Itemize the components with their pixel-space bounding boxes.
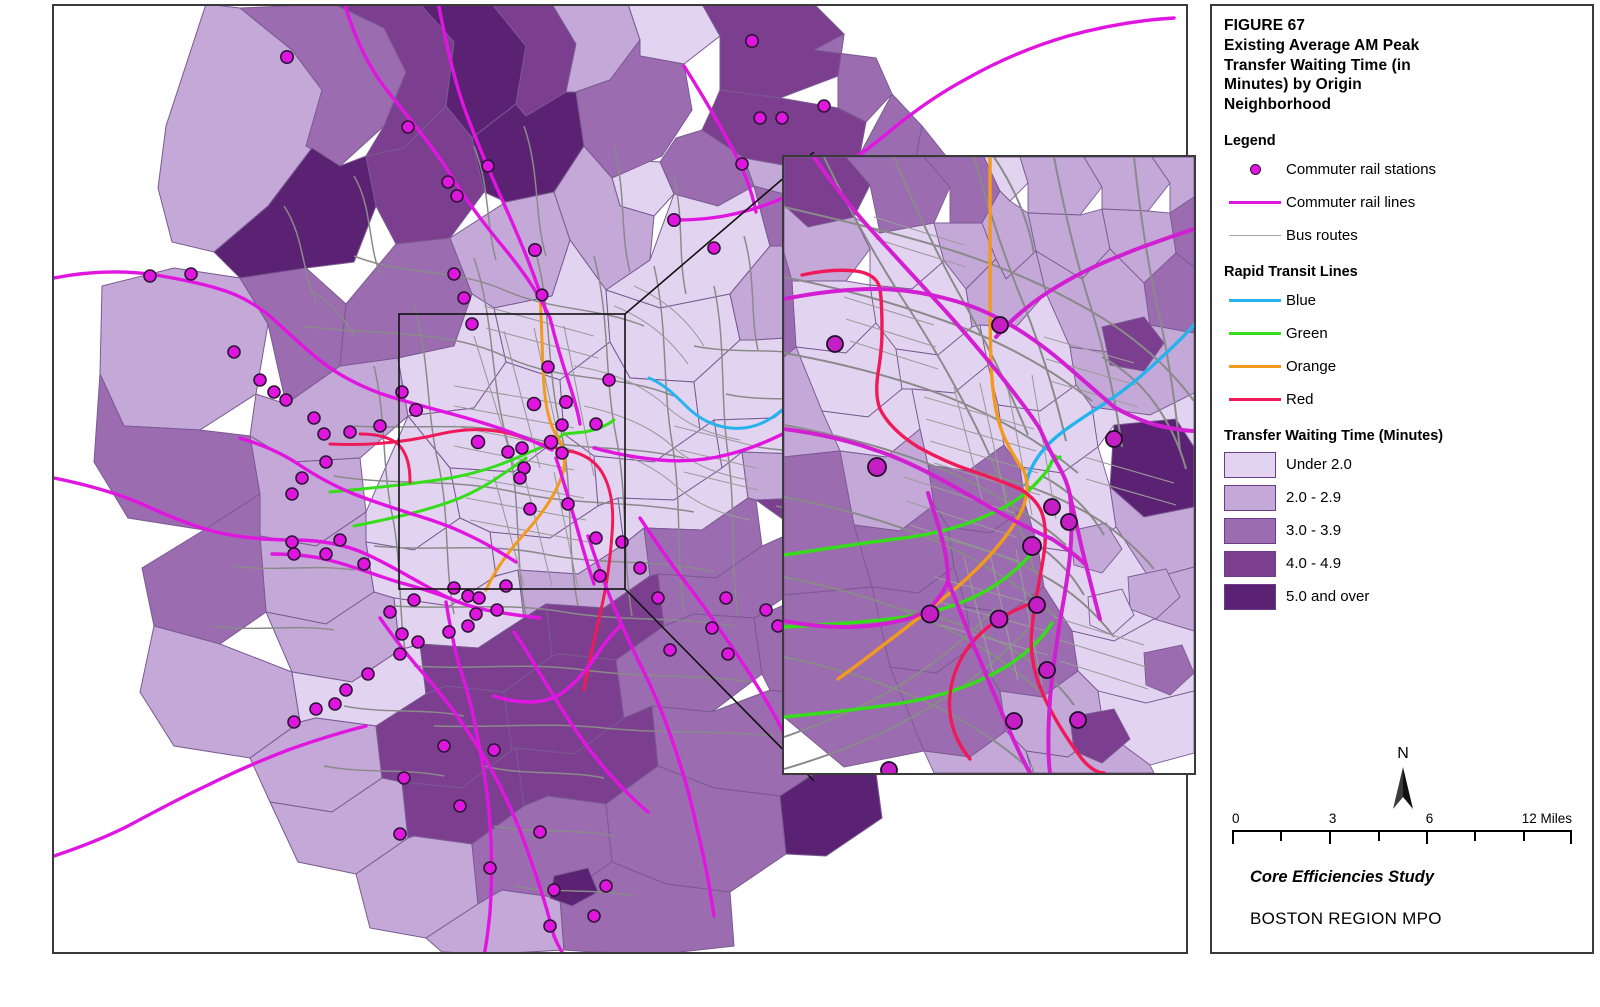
legend-class-2-to-29: 2.0 - 2.9	[1224, 481, 1582, 514]
figure-title-block: FIGURE 67 Existing Average AM Peak Trans…	[1224, 16, 1582, 115]
legend-label-class-3: 4.0 - 4.9	[1286, 555, 1342, 573]
legend-label-bus-routes: Bus routes	[1286, 227, 1358, 245]
legend-label-class-1: 2.0 - 2.9	[1286, 489, 1342, 507]
scale-tick-label-0: 0	[1232, 811, 1240, 826]
commuter-rail-line-icon	[1224, 201, 1286, 205]
scale-tick-label-12: 12 Miles	[1521, 811, 1572, 826]
legend-item-red-line: Red	[1224, 383, 1582, 416]
figure-title-line-3: Minutes) by Origin	[1224, 76, 1362, 94]
orange-line-icon	[1224, 365, 1286, 369]
north-arrow: N	[1224, 746, 1582, 817]
swatch-3-to-39-icon	[1224, 517, 1276, 544]
inset-layers	[784, 157, 1194, 773]
legend-panel: FIGURE 67 Existing Average AM Peak Trans…	[1210, 4, 1594, 954]
legend-label-red: Red	[1286, 391, 1314, 409]
north-arrow-letter: N	[1397, 745, 1409, 762]
swatch-2-to-29-icon	[1224, 484, 1276, 511]
legend-label-blue: Blue	[1286, 292, 1317, 310]
swatch-5-and-over-icon	[1224, 583, 1276, 610]
legend-label-class-4: 5.0 and over	[1286, 588, 1370, 606]
legend-label-class-0: Under 2.0	[1286, 456, 1352, 474]
scale-bar-labels: 0 3 6 12 Miles	[1232, 811, 1572, 827]
legend-label-rail-lines: Commuter rail lines	[1286, 194, 1416, 212]
scale-tick-label-6: 6	[1425, 811, 1434, 826]
legend-label-orange: Orange	[1286, 358, 1337, 376]
figure-title-line-1: Existing Average AM Peak	[1224, 36, 1420, 54]
scale-bar-graphic	[1232, 830, 1572, 844]
legend-label-green: Green	[1286, 325, 1328, 343]
figure-title-line-2: Transfer Waiting Time (in	[1224, 56, 1411, 74]
commuter-rail-station-icon	[1224, 164, 1286, 176]
legend-label-stations: Commuter rail stations	[1286, 161, 1437, 179]
swatch-under-2-icon	[1224, 451, 1276, 478]
legend-label-class-2: 3.0 - 3.9	[1286, 522, 1342, 540]
green-line-icon	[1224, 332, 1286, 336]
bus-route-icon	[1224, 235, 1286, 237]
red-line-icon	[1224, 398, 1286, 402]
inset-map-svg[interactable]: .ip{stroke:#7a5a92;stroke-width:0.9;} .i…	[784, 157, 1194, 773]
legend-class-3-to-39: 3.0 - 3.9	[1224, 514, 1582, 547]
inset-map-panel[interactable]: .ip{stroke:#7a5a92;stroke-width:0.9;} .i…	[782, 155, 1196, 775]
legend-class-under-2: Under 2.0	[1224, 448, 1582, 481]
blue-line-icon	[1224, 299, 1286, 303]
legend-item-green-line: Green	[1224, 317, 1582, 350]
legend-heading: Legend	[1224, 133, 1276, 150]
legend-item-orange-line: Orange	[1224, 350, 1582, 383]
legend-class-5-and-over: 5.0 and over	[1224, 580, 1582, 613]
legend-item-bus-routes: Bus routes	[1224, 219, 1582, 252]
legend-item-commuter-rail-stations: Commuter rail stations	[1224, 153, 1582, 186]
swatch-4-to-49-icon	[1224, 550, 1276, 577]
study-name: Core Efficiencies Study	[1250, 868, 1435, 886]
figure-root: .p{stroke:#7a5a92;stroke-width:1;} .c1{f…	[0, 0, 1600, 1007]
agency-name: BOSTON REGION MPO	[1250, 909, 1442, 928]
figure-title-line-4: Neighborhood	[1224, 96, 1332, 114]
scale-bar: 0 3 6 12 Miles	[1232, 811, 1572, 844]
figure-number: FIGURE 67	[1224, 17, 1306, 34]
legend-item-blue-line: Blue	[1224, 284, 1582, 317]
rapid-transit-heading: Rapid Transit Lines	[1224, 264, 1358, 281]
legend-item-commuter-rail-lines: Commuter rail lines	[1224, 186, 1582, 219]
legend-class-4-to-49: 4.0 - 4.9	[1224, 547, 1582, 580]
choropleth-heading: Transfer Waiting Time (Minutes)	[1224, 428, 1444, 445]
north-arrow-icon	[1393, 767, 1413, 809]
scale-tick-label-3: 3	[1328, 811, 1337, 826]
